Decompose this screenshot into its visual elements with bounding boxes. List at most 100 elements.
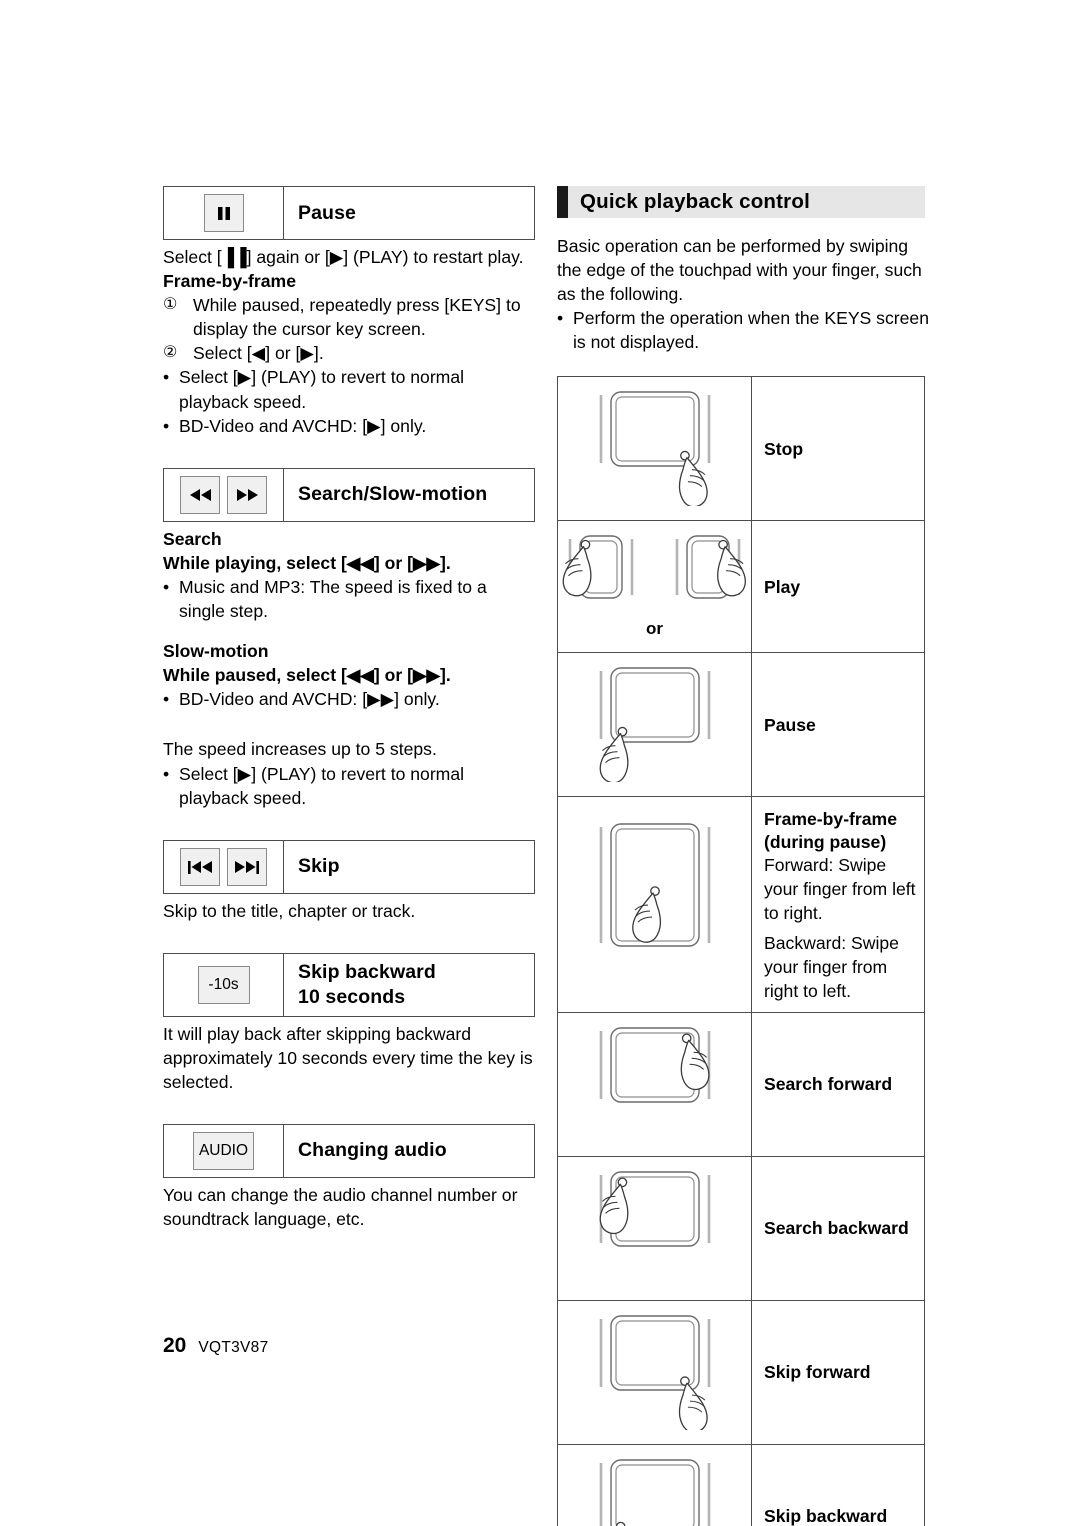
key-button-group	[164, 840, 284, 893]
touchpad-illustration-search-backward	[557, 1155, 752, 1301]
numbered-step: ② Select [◀] or [▶].	[163, 341, 535, 365]
intro-text: Basic operation can be performed by swip…	[557, 234, 929, 354]
gesture-label-search-backward: Search backward	[751, 1155, 925, 1301]
touchpad-illustration-stop	[557, 376, 752, 522]
table-row: Pause	[557, 652, 925, 798]
bullet-item: • BD-Video and AVCHD: [▶▶] only.	[163, 687, 535, 711]
paragraph: Skip to the title, chapter or track.	[163, 900, 416, 921]
bullet-item: • Perform the operation when the KEYS scr…	[557, 306, 929, 354]
section-title: Changing audio	[284, 1125, 534, 1177]
gesture-label-text: Search forward	[764, 1073, 893, 1094]
item-text: BD-Video and AVCHD: [▶] only.	[179, 415, 427, 436]
key-box-skip-backward-10-seconds: -10s Skip backward 10 seconds	[163, 952, 535, 1017]
section-title-line: Skip backward	[298, 960, 436, 983]
table-row: Frame-by-frame (during pause) Forward: Sw…	[557, 796, 925, 1013]
pause-icon[interactable]	[203, 194, 244, 232]
paragraph: Basic operation can be performed by swip…	[557, 236, 922, 305]
key-box-changing-audio: AUDIO Changing audio	[163, 1123, 535, 1178]
item-text: Perform the operation when the KEYS scre…	[573, 308, 929, 353]
paragraph: Select [▐▐] again or [▶] (PLAY) to resta…	[163, 247, 524, 267]
gesture-label-text: Pause	[764, 714, 816, 735]
audio-icon[interactable]: AUDIO	[192, 1131, 255, 1170]
touchpad-pair: or	[562, 530, 747, 643]
item-text: While paused, repeatedly press [KEYS] to…	[193, 295, 521, 340]
key-button-group: -10s	[164, 953, 284, 1016]
bold-text: Slow-motion	[163, 641, 269, 662]
section-title: Pause	[284, 187, 534, 239]
section-title: Search/Slow-motion	[284, 469, 534, 521]
skip-forward-icon[interactable]	[227, 847, 267, 886]
section-title: Skip	[284, 841, 534, 893]
key-button-group	[164, 187, 284, 239]
touchpad-illustration-frame-by-frame	[557, 796, 752, 1013]
minus-10s-icon[interactable]: -10s	[197, 965, 250, 1004]
gesture-label-text: Search backward	[764, 1217, 909, 1238]
table-row: Skip forward	[557, 1299, 925, 1445]
gesture-label-search-forward: Search forward	[751, 1011, 925, 1157]
key-box-skip: Skip	[163, 839, 535, 894]
gesture-description: Backward: Swipe your finger from right t…	[764, 933, 899, 1001]
item-text: Music and MP3: The speed is fixed to a s…	[179, 576, 487, 622]
gesture-label-text: Frame-by-frame (during pause)	[764, 809, 897, 853]
section-body-changing-audio: You can change the audio channel number …	[163, 1183, 535, 1231]
table-row: or Play	[557, 520, 925, 654]
gesture-description: Forward: Swipe your finger from left to …	[764, 855, 916, 923]
bullet-item: • BD-Video and AVCHD: [▶] only.	[163, 414, 535, 438]
touchpad-illustration-skip-forward	[557, 1299, 752, 1445]
touchpad-illustration-search-forward	[557, 1011, 752, 1157]
gesture-label-frame-by-frame: Frame-by-frame (during pause) Forward: Sw…	[751, 796, 925, 1013]
step-number: ②	[163, 344, 178, 362]
document-code: VQT3V87	[198, 1339, 269, 1356]
section-header: Quick playback control	[557, 186, 925, 218]
key-button-group: AUDIO	[164, 1124, 284, 1177]
gesture-label-text: Stop	[764, 438, 804, 459]
touchpad-illustration-play: or	[557, 520, 752, 654]
table-row: Skip backward	[557, 1443, 925, 1526]
bullet-item: • Select [▶] (PLAY) to revert to normal p…	[163, 365, 535, 413]
skip-backward-icon[interactable]	[180, 847, 220, 886]
gesture-label-skip-backward: Skip backward	[751, 1443, 925, 1526]
section-title-line: Skip	[298, 855, 340, 878]
item-text: BD-Video and AVCHD: [▶▶] only.	[179, 689, 440, 710]
bullet-marker: •	[163, 576, 170, 597]
header-accent-bar	[557, 186, 568, 218]
manual-page: Pause Select [▐▐] again or [▶] (PLAY) to …	[0, 0, 1080, 1526]
table-row: Stop	[557, 376, 925, 522]
gesture-label-skip-forward: Skip forward	[751, 1299, 925, 1445]
gesture-label-play: Play	[751, 520, 925, 654]
page-footer: 20 VQT3V87	[163, 1334, 269, 1358]
item-text: Select [◀] or [▶].	[193, 343, 324, 364]
gesture-label-pause: Pause	[751, 652, 925, 798]
fast-forward-icon[interactable]	[227, 475, 267, 514]
or-label: or	[646, 619, 663, 639]
bold-text: Search	[163, 528, 222, 549]
section-title-line: Changing audio	[298, 1139, 447, 1162]
section-body-search-slow-motion: Search While playing, select [◀◀] or [▶▶]…	[163, 527, 535, 810]
touchpad-illustration-skip-backward	[557, 1443, 752, 1526]
section-title: Skip backward 10 seconds	[284, 954, 534, 1016]
table-row: Search backward	[557, 1155, 925, 1301]
gesture-label-text: Skip backward	[764, 1505, 888, 1526]
key-box-search-slow-motion: Search/Slow-motion	[163, 467, 535, 522]
bullet-marker: •	[163, 367, 170, 388]
section-title-line: 10 seconds	[298, 985, 406, 1008]
section-body-skip-backward-10-seconds: It will play back after skipping backwar…	[163, 1022, 535, 1094]
bullet-marker: •	[163, 689, 170, 710]
gesture-label-stop: Stop	[751, 376, 925, 522]
paragraph: It will play back after skipping backwar…	[163, 1023, 533, 1092]
item-text: Select [▶] (PLAY) to revert to normal pl…	[179, 763, 465, 808]
paragraph: The speed increases up to 5 steps.	[163, 739, 437, 760]
gesture-label-text: Skip forward	[764, 1361, 871, 1382]
step-number: ①	[163, 296, 178, 314]
rewind-icon[interactable]	[180, 475, 220, 514]
right-column: Quick playback control Basic operation c…	[557, 186, 929, 1526]
numbered-step: ① While paused, repeatedly press [KEYS] t…	[163, 293, 535, 341]
item-text: Select [▶] (PLAY) to revert to normal pl…	[179, 367, 465, 412]
section-title-line: Search/Slow-motion	[298, 483, 488, 506]
key-button-group	[164, 468, 284, 521]
